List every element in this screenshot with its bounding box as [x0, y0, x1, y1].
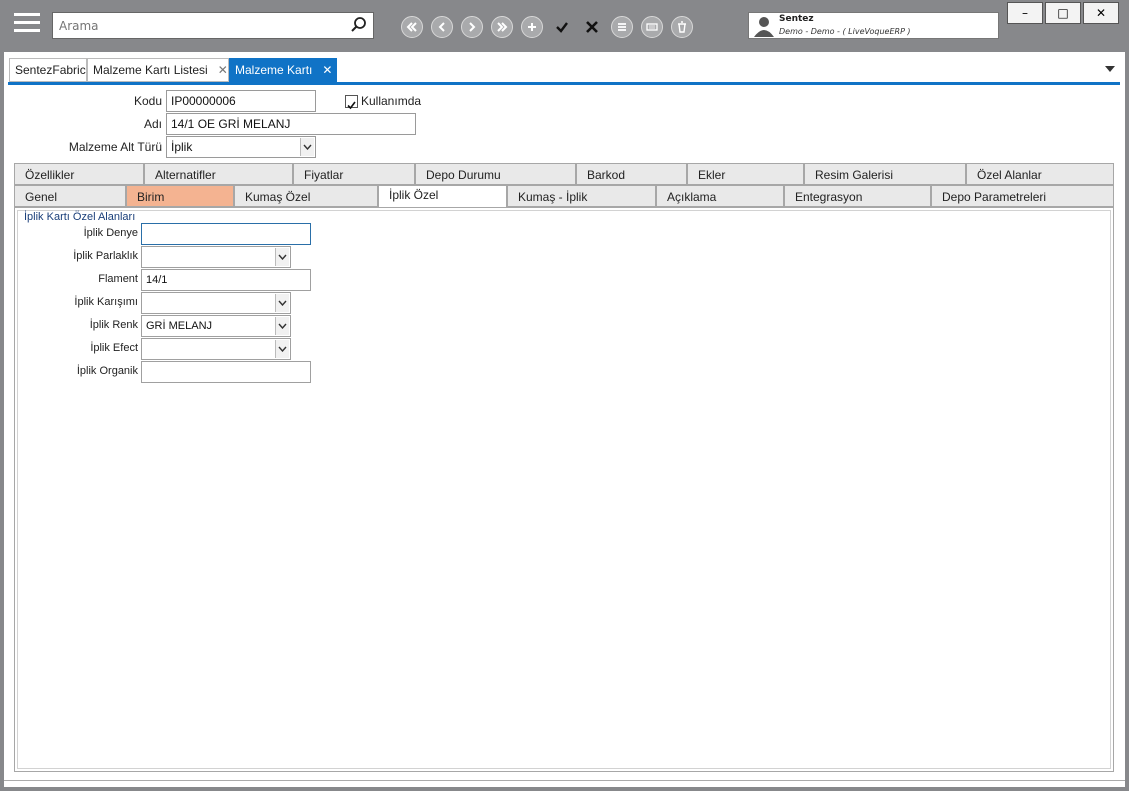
- group-title: İplik Kartı Özel Alanları: [24, 211, 136, 223]
- top-toolbar: Sentez Demo - Demo - ( LiveVoqueERP ) – …: [0, 0, 1129, 52]
- iplik-renk-select[interactable]: GRİ MELANJ: [141, 315, 291, 337]
- iplik-karisimi-select[interactable]: [141, 292, 291, 314]
- chevron-down-icon[interactable]: [275, 317, 289, 335]
- field-label: İplik Efect: [90, 342, 138, 354]
- list-icon[interactable]: [611, 16, 633, 38]
- iplik-parlaklik-select[interactable]: [141, 246, 291, 268]
- previous-record-icon[interactable]: [431, 16, 453, 38]
- cancel-x-icon[interactable]: [581, 16, 603, 38]
- doc-tab-sentezfabric[interactable]: SentezFabric: [9, 58, 87, 82]
- close-window-button[interactable]: ✕: [1083, 2, 1119, 24]
- checkmark-icon: [347, 101, 356, 110]
- kodu-label: Kodu: [133, 94, 162, 108]
- adi-field[interactable]: 14/1 OE GRİ MELANJ: [166, 113, 416, 135]
- iplik-denye-input[interactable]: [141, 223, 311, 245]
- flament-input[interactable]: 14/1: [141, 269, 311, 291]
- menu-icon[interactable]: [14, 13, 40, 37]
- tab-fiyatlar[interactable]: Fiyatlar: [293, 163, 415, 185]
- save-check-icon[interactable]: [551, 16, 573, 38]
- tab-ozellikler[interactable]: Özellikler: [14, 163, 144, 185]
- search-icon[interactable]: [350, 16, 368, 34]
- alt-turu-value: İplik: [171, 140, 193, 154]
- chevron-down-icon[interactable]: [275, 340, 289, 358]
- tab-entegrasyon[interactable]: Entegrasyon: [784, 185, 931, 207]
- field-value: GRİ MELANJ: [146, 320, 213, 332]
- user-name: Sentez: [779, 14, 814, 24]
- tab-depo-durumu[interactable]: Depo Durumu: [415, 163, 576, 185]
- kullanimda-checkbox[interactable]: [345, 95, 358, 110]
- doc-tab-label: SentezFabric: [15, 63, 86, 77]
- close-tab-icon[interactable]: ✕: [218, 63, 228, 77]
- maximize-button[interactable]: □: [1045, 2, 1081, 24]
- field-label: Flament: [98, 273, 138, 285]
- next-record-icon[interactable]: [461, 16, 483, 38]
- field-label: İplik Organik: [76, 365, 138, 377]
- tab-ozel-alanlar[interactable]: Özel Alanlar: [966, 163, 1114, 185]
- kodu-field[interactable]: IP00000006: [166, 90, 316, 112]
- doc-tab-malzeme-karti-listesi[interactable]: Malzeme Kartı Listesi ✕: [87, 58, 229, 82]
- tab-accent-line: [8, 82, 1120, 85]
- tab-resim-galerisi[interactable]: Resim Galerisi: [804, 163, 966, 185]
- tab-content-panel: İplik Kartı Özel Alanları İplik Denye İp…: [14, 207, 1114, 772]
- user-context: Demo - Demo - ( LiveVoqueERP ): [779, 27, 911, 36]
- iplik-efect-select[interactable]: [141, 338, 291, 360]
- doc-tab-malzeme-karti[interactable]: Malzeme Kartı ✕: [229, 58, 337, 82]
- minimize-button[interactable]: –: [1007, 2, 1043, 24]
- main-window: SentezFabric Malzeme Kartı Listesi ✕ Mal…: [4, 52, 1125, 787]
- search-box[interactable]: [52, 12, 374, 39]
- field-label: İplik Karışımı: [74, 296, 138, 308]
- tab-ekler[interactable]: Ekler: [687, 163, 804, 185]
- kullanimda-label: Kullanımda: [361, 94, 422, 108]
- alt-turu-label: Malzeme Alt Türü: [68, 140, 162, 154]
- tab-kumas-ozel[interactable]: Kumaş Özel: [234, 185, 378, 207]
- last-record-icon[interactable]: [491, 16, 513, 38]
- chevron-down-icon[interactable]: [275, 248, 289, 266]
- tab-depo-parametreleri[interactable]: Depo Parametreleri: [931, 185, 1114, 207]
- chevron-down-icon[interactable]: [300, 138, 314, 156]
- tab-genel[interactable]: Genel: [14, 185, 126, 207]
- search-input[interactable]: [53, 13, 343, 38]
- iplik-organik-input[interactable]: [141, 361, 311, 383]
- close-tab-icon[interactable]: ✕: [322, 63, 332, 77]
- delete-trash-icon[interactable]: [671, 16, 693, 38]
- field-label: İplik Parlaklık: [73, 250, 138, 262]
- alt-turu-select[interactable]: İplik: [166, 136, 316, 158]
- add-icon[interactable]: [521, 16, 543, 38]
- keyboard-icon[interactable]: [641, 16, 663, 38]
- tab-birim[interactable]: Birim: [126, 185, 234, 207]
- chevron-down-icon[interactable]: [275, 294, 289, 312]
- tab-alternatifler[interactable]: Alternatifler: [144, 163, 293, 185]
- tab-dropdown-icon[interactable]: [1104, 65, 1116, 73]
- tab-aciklama[interactable]: Açıklama: [656, 185, 784, 207]
- tab-kumas-iplik[interactable]: Kumaş - İplik: [507, 185, 656, 207]
- field-label: İplik Renk: [89, 319, 138, 331]
- group-box: İplik Kartı Özel Alanları İplik Denye İp…: [17, 210, 1111, 769]
- field-label: İplik Denye: [83, 227, 138, 239]
- user-info-box[interactable]: Sentez Demo - Demo - ( LiveVoqueERP ): [748, 12, 999, 39]
- first-record-icon[interactable]: [401, 16, 423, 38]
- document-tab-strip: SentezFabric Malzeme Kartı Listesi ✕ Mal…: [4, 52, 1125, 84]
- user-avatar-icon: [754, 17, 774, 37]
- tab-iplik-ozel[interactable]: İplik Özel: [378, 185, 507, 208]
- doc-tab-label: Malzeme Kartı Listesi: [93, 63, 208, 77]
- doc-tab-label: Malzeme Kartı: [235, 63, 313, 77]
- adi-label: Adı: [143, 117, 162, 131]
- bottom-border: [4, 780, 1125, 781]
- tab-barkod[interactable]: Barkod: [576, 163, 687, 185]
